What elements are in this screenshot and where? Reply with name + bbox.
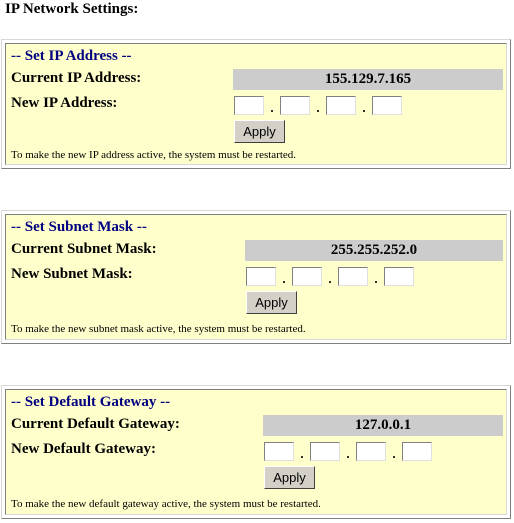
current-ip-label: Current IP Address: [11,70,142,86]
new-ip-label: New IP Address: [11,95,118,111]
new-subnet-octets: . . . [246,265,414,287]
octet-separator: . [346,446,350,461]
page-title: IP Network Settings: [5,1,139,17]
new-ip-octet-3[interactable] [326,95,356,115]
new-subnet-octet-1[interactable] [246,266,276,286]
new-subnet-octet-2[interactable] [292,266,322,286]
new-gateway-octet-4[interactable] [402,441,432,461]
subnet-restart-note: To make the new subnet mask active, the … [11,323,306,335]
new-gateway-octets: . . . [264,440,432,462]
new-ip-octet-1[interactable] [234,95,264,115]
new-ip-octet-4[interactable] [372,95,402,115]
subnet-mask-panel: -- Set Subnet Mask -- Current Subnet Mas… [1,210,511,344]
current-ip-value: 155.129.7.165 [233,69,503,90]
octet-separator: . [282,271,286,286]
octet-separator: . [374,271,378,286]
octet-separator: . [316,100,320,115]
apply-ip-button[interactable]: Apply [234,120,285,143]
new-gateway-label: New Default Gateway: [11,441,156,457]
current-subnet-label: Current Subnet Mask: [11,241,157,257]
current-subnet-value: 255.255.252.0 [245,240,503,261]
new-gateway-octet-1[interactable] [264,441,294,461]
section-title: -- Set Subnet Mask -- [11,219,147,235]
octet-separator: . [362,100,366,115]
default-gateway-panel: -- Set Default Gateway -- Current Defaul… [1,385,511,519]
new-subnet-octet-3[interactable] [338,266,368,286]
new-subnet-label: New Subnet Mask: [11,266,133,282]
apply-gateway-button[interactable]: Apply [264,466,315,489]
octet-separator: . [328,271,332,286]
octet-separator: . [270,100,274,115]
octet-separator: . [392,446,396,461]
ip-restart-note: To make the new IP address active, the s… [11,149,297,161]
octet-separator: . [300,446,304,461]
gateway-restart-note: To make the new default gateway active, … [11,498,321,510]
section-title: -- Set Default Gateway -- [11,394,171,410]
apply-subnet-button[interactable]: Apply [246,291,297,314]
new-subnet-octet-4[interactable] [384,266,414,286]
new-ip-octets: . . . [234,94,402,116]
subnet-mask-panel-inner: -- Set Subnet Mask -- Current Subnet Mas… [5,214,507,340]
ip-address-panel-inner: -- Set IP Address -- Current IP Address:… [5,43,507,165]
new-gateway-octet-3[interactable] [356,441,386,461]
ip-address-panel: -- Set IP Address -- Current IP Address:… [1,39,511,169]
current-gateway-label: Current Default Gateway: [11,416,180,432]
current-gateway-value: 127.0.0.1 [263,415,503,436]
default-gateway-panel-inner: -- Set Default Gateway -- Current Defaul… [5,389,507,515]
new-ip-octet-2[interactable] [280,95,310,115]
new-gateway-octet-2[interactable] [310,441,340,461]
section-title: -- Set IP Address -- [11,48,132,64]
